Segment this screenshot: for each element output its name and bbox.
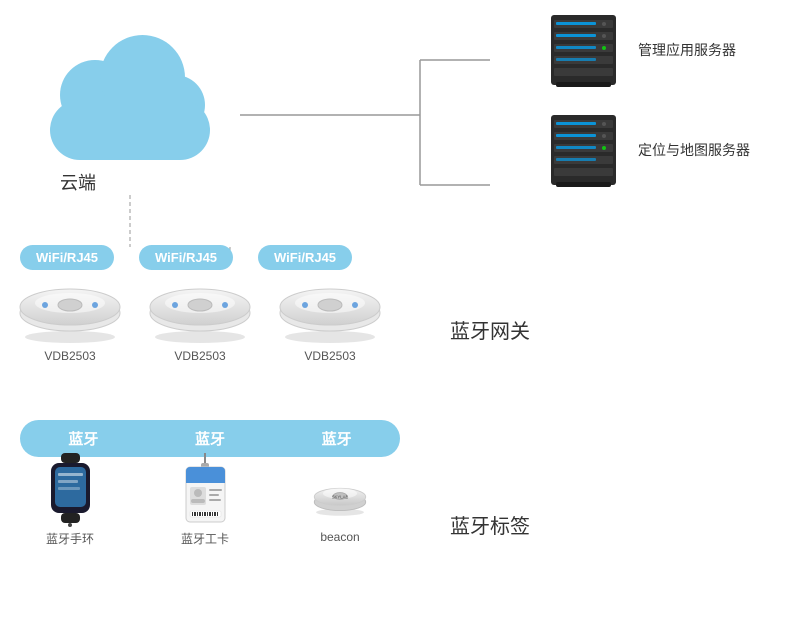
bt-section-label: 蓝牙标签	[450, 510, 530, 539]
gateway-row: VDB2503	[15, 275, 385, 363]
server-location-label: 定位与地图服务器	[638, 140, 750, 160]
cloud-label: 云端	[60, 169, 96, 195]
gateway-3-icon	[275, 275, 385, 345]
bt-devices-row: 蓝牙手环	[15, 455, 395, 547]
bt-device-beacon: SKYLAB beacon	[285, 455, 395, 544]
diagram: 云端	[0, 0, 790, 623]
wifi-badge-1: WiFi/RJ45	[20, 245, 114, 270]
bluetooth-row: 蓝牙 蓝牙 蓝牙	[20, 420, 400, 457]
bt-device-idcard: 蓝牙工卡	[150, 455, 260, 547]
server-management-icon	[546, 10, 626, 90]
idcard-label: 蓝牙工卡	[181, 530, 229, 547]
wristband-label: 蓝牙手环	[46, 530, 94, 547]
idcard-icon	[175, 455, 235, 525]
server-container: 管理应用服务器	[546, 10, 750, 190]
gateway-1-icon	[15, 275, 125, 345]
gateway-3: VDB2503	[275, 275, 385, 363]
svg-text:SKYLAB: SKYLAB	[332, 495, 349, 500]
wifi-row: WiFi/RJ45 WiFi/RJ45 WiFi/RJ45	[20, 245, 352, 270]
bt-device-wristband: 蓝牙手环	[15, 455, 125, 547]
gateway-3-label: VDB2503	[304, 349, 355, 363]
wristband-icon	[40, 455, 100, 525]
gateway-2: VDB2503	[145, 275, 255, 363]
wifi-badge-3: WiFi/RJ45	[258, 245, 352, 270]
gateway-2-label: VDB2503	[174, 349, 225, 363]
gateway-1-label: VDB2503	[44, 349, 95, 363]
cloud: 云端	[40, 60, 240, 190]
server-management-label: 管理应用服务器	[638, 40, 736, 60]
beacon-icon: SKYLAB	[310, 455, 370, 525]
bt-badge-1: 蓝牙	[48, 428, 118, 449]
server-management-item: 管理应用服务器	[546, 10, 750, 90]
gateway-section-label: 蓝牙网关	[450, 315, 530, 344]
gateway-2-icon	[145, 275, 255, 345]
bt-badge-2: 蓝牙	[175, 428, 245, 449]
beacon-label: beacon	[320, 530, 359, 544]
gateway-1: VDB2503	[15, 275, 125, 363]
server-location-icon	[546, 110, 626, 190]
bt-badge-3: 蓝牙	[302, 428, 372, 449]
server-location-item: 定位与地图服务器	[546, 110, 750, 190]
wifi-badge-2: WiFi/RJ45	[139, 245, 233, 270]
